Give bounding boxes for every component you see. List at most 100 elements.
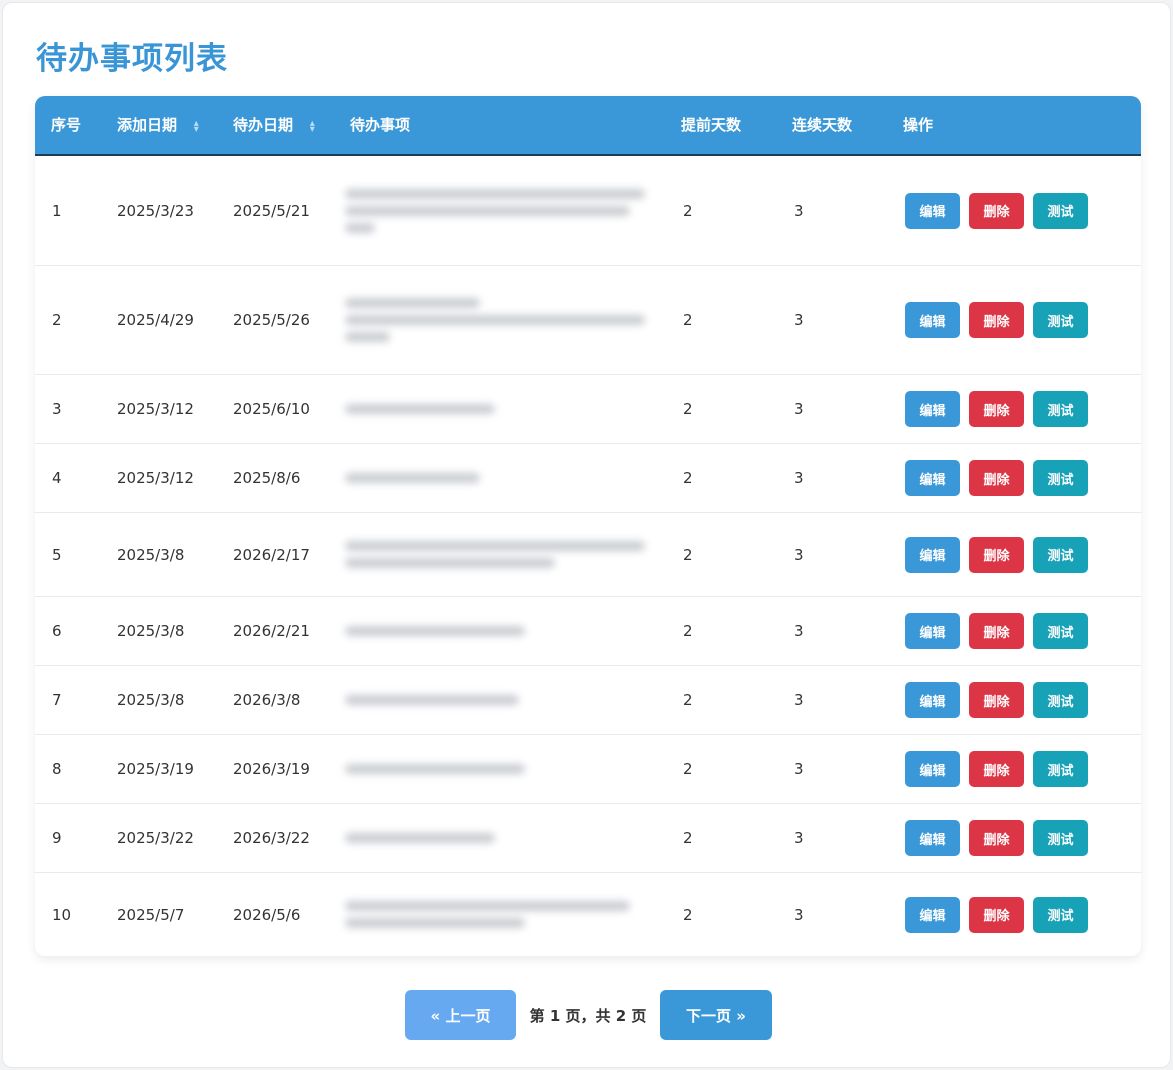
table-row: 1 2025/3/23 2025/5/21 2 3 编辑 删除 测试 bbox=[35, 156, 1141, 266]
cell-index: 6 bbox=[52, 622, 62, 640]
col-due-date[interactable]: 待办日期 ▴ ▾ bbox=[233, 96, 316, 154]
cell-advance-days: 2 bbox=[683, 691, 693, 709]
cell-added-date: 2025/5/7 bbox=[117, 905, 185, 924]
cell-index: 9 bbox=[52, 829, 62, 847]
table-row: 8 2025/3/19 2026/3/19 2 3 编辑 删除 测试 bbox=[35, 735, 1141, 804]
sort-icon[interactable]: ▴ ▾ bbox=[308, 118, 316, 134]
delete-button[interactable]: 删除 bbox=[969, 896, 1024, 933]
test-button[interactable]: 测试 bbox=[1033, 896, 1088, 933]
col-added-date-label: 添加日期 bbox=[117, 116, 178, 134]
table-row: 6 2025/3/8 2026/2/21 2 3 编辑 删除 测试 bbox=[35, 597, 1141, 666]
cell-advance-days: 2 bbox=[683, 201, 693, 220]
row-actions: 编辑 删除 测试 bbox=[905, 375, 1088, 443]
cell-added-date: 2025/3/23 bbox=[117, 201, 194, 220]
cell-item-redacted bbox=[345, 666, 665, 734]
edit-button[interactable]: 编辑 bbox=[905, 192, 960, 229]
delete-button[interactable]: 删除 bbox=[969, 613, 1024, 649]
delete-button[interactable]: 删除 bbox=[969, 682, 1024, 718]
edit-button[interactable]: 编辑 bbox=[905, 460, 960, 496]
cell-due-date: 2025/5/26 bbox=[233, 311, 310, 329]
cell-advance-days: 2 bbox=[683, 469, 693, 487]
test-button[interactable]: 测试 bbox=[1033, 682, 1088, 718]
cell-advance-days: 2 bbox=[683, 311, 693, 329]
row-actions: 编辑 删除 测试 bbox=[905, 266, 1088, 374]
test-button[interactable]: 测试 bbox=[1033, 460, 1088, 496]
edit-button[interactable]: 编辑 bbox=[905, 682, 960, 718]
test-button[interactable]: 测试 bbox=[1033, 751, 1088, 787]
delete-button[interactable]: 删除 bbox=[969, 302, 1024, 338]
cell-item-redacted bbox=[345, 513, 665, 596]
col-continuous-days: 连续天数 bbox=[792, 116, 853, 134]
table-row: 5 2025/3/8 2026/2/17 2 3 编辑 删除 测试 bbox=[35, 513, 1141, 597]
cell-index: 2 bbox=[52, 311, 62, 329]
col-added-date[interactable]: 添加日期 ▴ ▾ bbox=[117, 96, 200, 154]
cell-due-date: 2026/2/21 bbox=[233, 622, 310, 640]
test-button[interactable]: 测试 bbox=[1033, 192, 1088, 229]
delete-button[interactable]: 删除 bbox=[969, 751, 1024, 787]
cell-due-date: 2026/5/6 bbox=[233, 905, 301, 924]
table-header: 序号 添加日期 ▴ ▾ 待办日期 ▴ ▾ 待办事项 提前天数 连续天数 操作 bbox=[35, 96, 1141, 156]
edit-button[interactable]: 编辑 bbox=[905, 613, 960, 649]
cell-due-date: 2026/3/8 bbox=[233, 691, 301, 709]
edit-button[interactable]: 编辑 bbox=[905, 536, 960, 573]
cell-added-date: 2025/3/22 bbox=[117, 829, 194, 847]
test-button[interactable]: 测试 bbox=[1033, 536, 1088, 573]
page-info: 第 1 页，共 2 页 bbox=[529, 1006, 647, 1025]
row-actions: 编辑 删除 测试 bbox=[905, 735, 1088, 803]
edit-button[interactable]: 编辑 bbox=[905, 391, 960, 427]
cell-added-date: 2025/3/12 bbox=[117, 469, 194, 487]
edit-button[interactable]: 编辑 bbox=[905, 820, 960, 856]
delete-button[interactable]: 删除 bbox=[969, 192, 1024, 229]
cell-index: 3 bbox=[52, 400, 62, 418]
cell-due-date: 2025/6/10 bbox=[233, 400, 310, 418]
row-actions: 编辑 删除 测试 bbox=[905, 156, 1088, 265]
delete-button[interactable]: 删除 bbox=[969, 536, 1024, 573]
cell-continuous-days: 3 bbox=[794, 400, 804, 418]
row-actions: 编辑 删除 测试 bbox=[905, 804, 1088, 872]
test-button[interactable]: 测试 bbox=[1033, 820, 1088, 856]
edit-button[interactable]: 编辑 bbox=[905, 302, 960, 338]
delete-button[interactable]: 删除 bbox=[969, 460, 1024, 496]
col-actions: 操作 bbox=[903, 116, 934, 134]
page-title: 待办事项列表 bbox=[36, 41, 228, 77]
edit-button[interactable]: 编辑 bbox=[905, 751, 960, 787]
test-button[interactable]: 测试 bbox=[1033, 302, 1088, 338]
cell-due-date: 2026/3/19 bbox=[233, 760, 310, 778]
col-advance-days: 提前天数 bbox=[681, 116, 742, 134]
prev-page-button[interactable]: « 上一页 bbox=[405, 990, 516, 1040]
cell-continuous-days: 3 bbox=[794, 622, 804, 640]
cell-advance-days: 2 bbox=[683, 622, 693, 640]
cell-item-redacted bbox=[345, 873, 665, 956]
row-actions: 编辑 删除 测试 bbox=[905, 513, 1088, 596]
cell-continuous-days: 3 bbox=[794, 311, 804, 329]
table-row: 3 2025/3/12 2025/6/10 2 3 编辑 删除 测试 bbox=[35, 375, 1141, 444]
test-button[interactable]: 测试 bbox=[1033, 391, 1088, 427]
table-row: 4 2025/3/12 2025/8/6 2 3 编辑 删除 测试 bbox=[35, 444, 1141, 513]
cell-continuous-days: 3 bbox=[794, 829, 804, 847]
test-button[interactable]: 测试 bbox=[1033, 613, 1088, 649]
cell-continuous-days: 3 bbox=[794, 469, 804, 487]
cell-item-redacted bbox=[345, 444, 665, 512]
todo-list-card: 待办事项列表 序号 添加日期 ▴ ▾ 待办日期 ▴ ▾ 待办事项 提前天数 连续天数… bbox=[2, 2, 1171, 1068]
cell-index: 1 bbox=[52, 201, 62, 220]
table-row: 2 2025/4/29 2025/5/26 2 3 编辑 删除 测试 bbox=[35, 266, 1141, 375]
cell-item-redacted bbox=[345, 804, 665, 872]
delete-button[interactable]: 删除 bbox=[969, 391, 1024, 427]
cell-index: 10 bbox=[52, 905, 72, 924]
cell-due-date: 2026/3/22 bbox=[233, 829, 310, 847]
row-actions: 编辑 删除 测试 bbox=[905, 873, 1088, 956]
cell-added-date: 2025/3/12 bbox=[117, 400, 194, 418]
cell-item-redacted bbox=[345, 375, 665, 443]
cell-continuous-days: 3 bbox=[794, 201, 804, 220]
col-due-date-label: 待办日期 bbox=[233, 116, 294, 134]
cell-due-date: 2026/2/17 bbox=[233, 545, 310, 564]
cell-item-redacted bbox=[345, 266, 665, 374]
delete-button[interactable]: 删除 bbox=[969, 820, 1024, 856]
row-actions: 编辑 删除 测试 bbox=[905, 444, 1088, 512]
sort-icon[interactable]: ▴ ▾ bbox=[192, 118, 200, 134]
cell-index: 4 bbox=[52, 469, 62, 487]
edit-button[interactable]: 编辑 bbox=[905, 896, 960, 933]
cell-advance-days: 2 bbox=[683, 829, 693, 847]
next-page-button[interactable]: 下一页 » bbox=[660, 990, 772, 1040]
cell-added-date: 2025/3/8 bbox=[117, 545, 185, 564]
